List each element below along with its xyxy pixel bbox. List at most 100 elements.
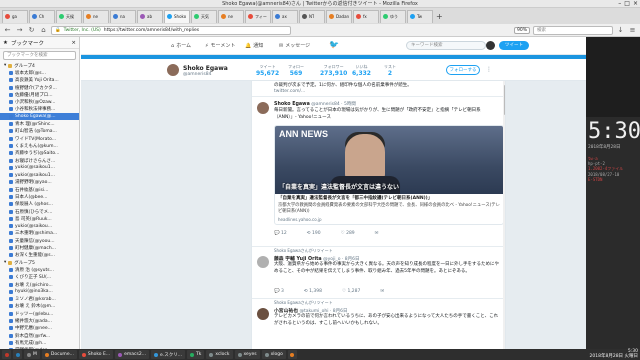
browser-tab[interactable]: ab bbox=[137, 9, 163, 23]
profile-stat[interactable]: いいね 6,332 bbox=[352, 64, 371, 77]
taskbar-button[interactable]: xeyes bbox=[234, 350, 260, 359]
dm-action[interactable]: ✉ bbox=[380, 289, 384, 294]
bookmark-item[interactable]: お深く生重能(@s... bbox=[0, 252, 79, 259]
browser-tab[interactable]: 天気 bbox=[191, 9, 217, 23]
sidebar-title[interactable]: ブックマーク bbox=[11, 39, 44, 47]
taskbar-button[interactable]: xclock bbox=[206, 350, 233, 359]
reload-icon[interactable]: ↻ bbox=[27, 26, 36, 35]
user-avatar[interactable] bbox=[486, 41, 495, 50]
like-action[interactable]: ♡ 1,287 bbox=[342, 289, 360, 294]
download-icon[interactable]: ↓ bbox=[616, 26, 625, 35]
bookmark-item[interactable]: 天童陳信(@yoou... bbox=[0, 237, 79, 244]
bookmark-item[interactable]: お壊 え(@ichiro... bbox=[0, 281, 79, 288]
bookmark-item[interactable]: yukio(@saikou... bbox=[0, 223, 79, 230]
bookmark-item[interactable]: ワイドTV(Morato... bbox=[0, 135, 79, 142]
browser-tab[interactable]: Ch bbox=[29, 9, 55, 23]
bookmark-item[interactable]: 三木重明(@shima... bbox=[0, 230, 79, 237]
bookmark-item[interactable]: 緒井悠大(@ada... bbox=[0, 317, 79, 324]
bookmark-item[interactable]: 湯野野明(@yao... bbox=[0, 179, 79, 186]
profile-stat[interactable]: リスト 2 bbox=[384, 64, 396, 77]
menu-icon[interactable]: ≡ bbox=[628, 26, 637, 35]
bookmark-item[interactable]: 佐藤優(月組プロ... bbox=[0, 91, 79, 98]
twitter-logo-icon[interactable]: 🐦 bbox=[329, 40, 339, 49]
browser-tab[interactable]: ne bbox=[218, 9, 244, 23]
minimize-icon[interactable]: – bbox=[618, 0, 621, 8]
more-options-icon[interactable]: ⋮ bbox=[486, 66, 492, 73]
bookmark-item[interactable]: yukio(@saikou1... bbox=[0, 171, 79, 178]
bookmark-item[interactable]: yukio(@saikou1... bbox=[0, 164, 79, 171]
chevron-down-icon[interactable]: ▾ bbox=[4, 63, 6, 68]
zoom-level[interactable]: 90% bbox=[513, 26, 530, 34]
twitter-nav-lightning[interactable]: ⚡ モーメント bbox=[205, 42, 235, 50]
tweet-avatar[interactable] bbox=[257, 102, 269, 114]
tweet[interactable]: Shoko Egawaさんがリツイート 藤森 宇輔 Yuji Orita @yo… bbox=[252, 247, 505, 299]
profile-stat[interactable]: ツイート 95,672 bbox=[256, 64, 279, 77]
bookmark-item[interactable]: 保坂展人 (@hos... bbox=[0, 201, 79, 208]
browser-tab[interactable]: フィード bbox=[245, 9, 271, 23]
bookmark-item[interactable]: お壊 え 鈴木(@m... bbox=[0, 303, 79, 310]
browser-tab[interactable]: 天候 bbox=[56, 9, 82, 23]
tweet-link[interactable]: twitter.com/... bbox=[274, 89, 502, 96]
bookmark-item[interactable]: 町村健康(@mach... bbox=[0, 244, 79, 251]
tweet-author[interactable]: Shoko Egawa bbox=[274, 102, 310, 107]
bookmark-item[interactable]: ミソノ君(@ksrab... bbox=[0, 296, 79, 303]
tweet-button[interactable]: ツイート bbox=[499, 41, 529, 50]
follow-button[interactable]: フォローする bbox=[446, 65, 480, 75]
taskbar-button[interactable]: emacs2... bbox=[115, 350, 150, 359]
taskbar-button[interactable]: xlogo bbox=[261, 350, 286, 359]
home-icon[interactable]: ⌂ bbox=[39, 26, 48, 35]
tweet[interactable]: の裁判が次まで予定。1に何か、組印件な個人の名前業事件が続生。 twitter.… bbox=[252, 81, 505, 97]
retweet-action[interactable]: ⟲ 190 bbox=[307, 231, 321, 236]
bookmark-item[interactable]: 植野健介(アカクタ... bbox=[0, 84, 79, 91]
bookmark-item[interactable]: 中野元暦(@nee... bbox=[0, 325, 79, 332]
taskbar-button[interactable] bbox=[13, 350, 22, 359]
browser-tab[interactable]: Shoko E bbox=[164, 9, 190, 23]
url-bar[interactable]: 🔒 Twitter, Inc. (US) https://twitter.com… bbox=[51, 25, 291, 35]
bookmark-folder[interactable]: ▾ グループ4 bbox=[0, 62, 79, 69]
browser-tab[interactable]: ga bbox=[2, 9, 28, 23]
browser-tab[interactable]: Tw bbox=[407, 9, 433, 23]
bookmark-item[interactable]: 町山智浩 (@Toma... bbox=[0, 128, 79, 135]
browser-tab[interactable]: Dadan bbox=[326, 9, 352, 23]
browser-tab[interactable]: ゆう bbox=[380, 9, 406, 23]
taskbar-button[interactable]: Tk bbox=[187, 350, 205, 359]
tweet[interactable]: Shoko Egawaさんがリツイート 小宮山祐也 @takumi_ohi · … bbox=[252, 299, 505, 349]
bookmark-item[interactable]: お寝ぼけさらんさ... bbox=[0, 157, 79, 164]
bookmark-folder[interactable]: ▾ グループ5 bbox=[0, 259, 79, 266]
link-card[interactable]: ANN NEWS 「自業を真実」違法監督長が文言は違うない 「自業を真実」違法監… bbox=[274, 125, 504, 225]
browser-search-input[interactable]: 検索 bbox=[533, 25, 613, 35]
bookmark-item[interactable]: hyuki(@ino3ka... bbox=[0, 288, 79, 295]
reply-action[interactable]: 💬 12 bbox=[274, 231, 287, 236]
bookmark-item[interactable]: 石原慎(ひらでメ... bbox=[0, 208, 79, 215]
browser-tab[interactable]: ne bbox=[83, 9, 109, 23]
twitter-nav-bell[interactable]: 🔔 通知 bbox=[245, 42, 263, 50]
bookmark-item[interactable]: 小沢和秋(@Ozaw... bbox=[0, 98, 79, 105]
profile-name[interactable]: Shoko Egawa bbox=[183, 65, 228, 72]
bookmark-item[interactable]: 有馬元成(@h... bbox=[0, 339, 79, 346]
profile-stat[interactable]: フォロー 569 bbox=[288, 64, 304, 77]
bookmark-item[interactable]: 小谷和秋法律事務... bbox=[0, 106, 79, 113]
tweet-avatar[interactable] bbox=[257, 308, 269, 320]
bookmark-item[interactable]: ドッツー(@lebu... bbox=[0, 310, 79, 317]
bookmark-item[interactable]: 高良鉄美 Yoji Orita... bbox=[0, 77, 79, 84]
taskbar-button[interactable]: Docume... bbox=[41, 350, 77, 359]
bookmark-item[interactable]: 日本人(@bee... bbox=[0, 193, 79, 200]
bookmark-item[interactable]: くまえもん(@kum... bbox=[0, 142, 79, 149]
browser-tab[interactable]: ax bbox=[272, 9, 298, 23]
retweet-action[interactable]: ⟲ 1,398 bbox=[304, 289, 322, 294]
bookmark-search-input[interactable]: ブックマークを検索 bbox=[3, 51, 76, 60]
back-icon[interactable]: ← bbox=[3, 26, 12, 35]
taskbar-button[interactable]: Shoko E... bbox=[78, 350, 114, 359]
taskbar-button[interactable]: M bbox=[24, 350, 40, 359]
bookmark-item[interactable]: 島 司英(@Ruuk... bbox=[0, 215, 79, 222]
profile-stat[interactable]: フォロワー 273,910 bbox=[320, 64, 347, 77]
twitter-search-input[interactable]: キーワード検索 bbox=[406, 41, 486, 50]
taskbar-button[interactable] bbox=[287, 350, 297, 359]
bookmark-item[interactable]: 鈴木自然(@rfw... bbox=[0, 332, 79, 339]
browser-tab[interactable]: fx bbox=[353, 9, 379, 23]
taskbar-button[interactable] bbox=[2, 350, 11, 359]
tweet[interactable]: Shoko Egawa @amneris84 · 5時間 毎日新聞。言ってること… bbox=[252, 97, 505, 247]
bookmark-item[interactable]: 坂本太郎(@s... bbox=[0, 69, 79, 76]
scrollbar[interactable] bbox=[503, 81, 505, 349]
forward-icon[interactable]: → bbox=[15, 26, 24, 35]
